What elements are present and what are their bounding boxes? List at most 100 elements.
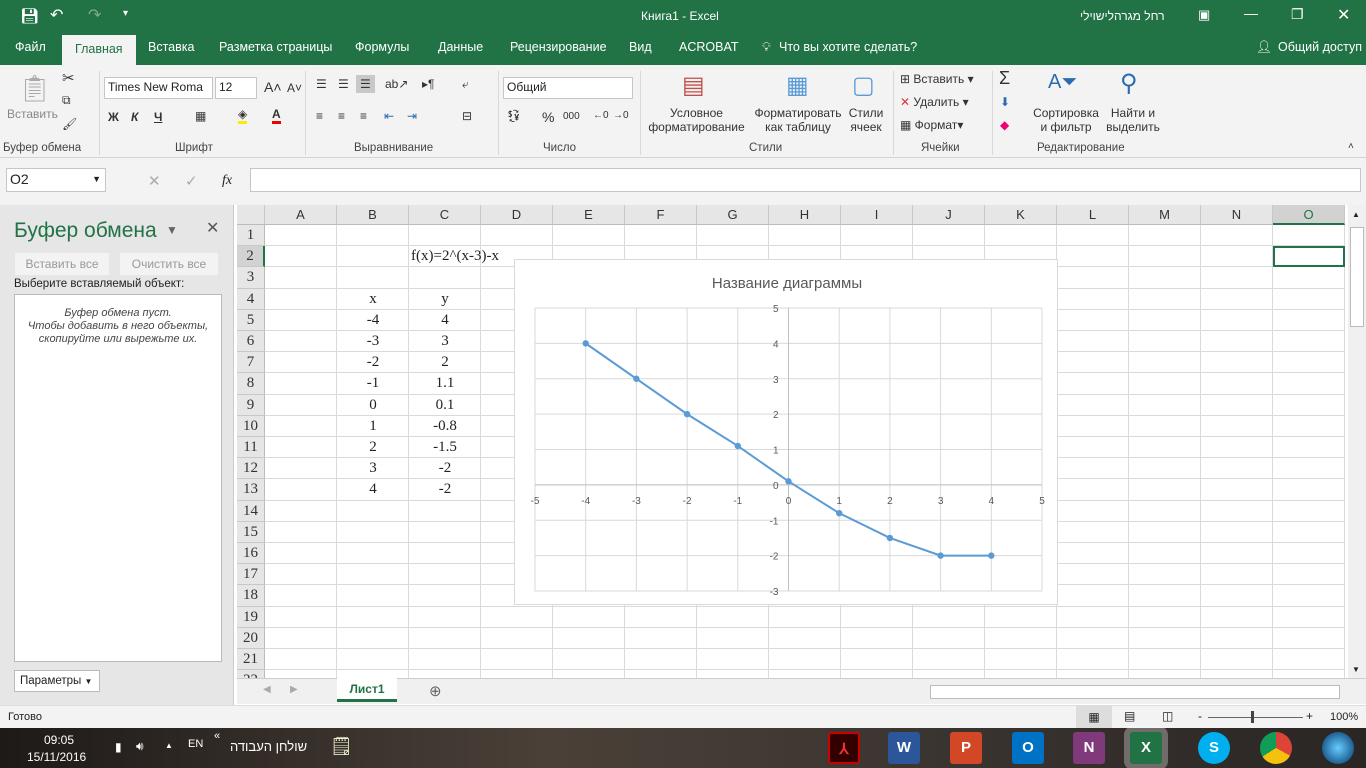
cell-A21[interactable] [265, 649, 337, 671]
insert-function-button[interactable]: fx [222, 173, 232, 189]
tab-home[interactable]: Главная [62, 35, 136, 65]
increase-indent-icon[interactable]: ⇥ [407, 109, 417, 123]
tab-page-layout[interactable]: Разметка страницы [219, 40, 332, 54]
cell-L15[interactable] [1057, 521, 1129, 543]
row-header-21[interactable]: 21 [237, 649, 265, 671]
cell-N4[interactable] [1201, 288, 1273, 310]
cell-value[interactable]: x [337, 289, 409, 310]
cell-A15[interactable] [265, 521, 337, 543]
cell-M19[interactable] [1129, 606, 1201, 628]
row-header-6[interactable]: 6 [237, 331, 265, 353]
selected-cell-O2[interactable] [1273, 246, 1345, 268]
scroll-down-icon[interactable]: ▼ [1352, 665, 1360, 674]
cell-L11[interactable] [1057, 437, 1129, 459]
borders-icon[interactable]: ▦ [195, 109, 206, 123]
cell-value[interactable]: 4 [337, 479, 409, 500]
number-format-select[interactable]: Общий [503, 77, 633, 99]
chart[interactable]: Название диаграммы -5 -4 -3 -2 -1 0 1 2 3 4 5 -3 -2 -1… [514, 259, 1058, 605]
column-header-B[interactable]: B [337, 205, 409, 225]
cell-L6[interactable] [1057, 331, 1129, 353]
sort-filter-button[interactable]: Сортировка и фильтр [1030, 106, 1102, 134]
column-header-D[interactable]: D [481, 205, 553, 225]
cell-A13[interactable] [265, 479, 337, 501]
cell-E19[interactable] [553, 606, 625, 628]
cell-C3[interactable] [409, 267, 481, 289]
cell-H22[interactable] [769, 670, 841, 678]
row-header-11[interactable]: 11 [237, 437, 265, 459]
cell-C19[interactable] [409, 606, 481, 628]
share-button[interactable]: Общий доступ [1278, 40, 1362, 54]
cell-C18[interactable] [409, 585, 481, 607]
scroll-thumb[interactable] [1350, 227, 1364, 327]
cell-C22[interactable] [409, 670, 481, 678]
column-header-L[interactable]: L [1057, 205, 1129, 225]
tab-acrobat[interactable]: ACROBAT [679, 40, 739, 54]
cell-M15[interactable] [1129, 521, 1201, 543]
cell-A5[interactable] [265, 309, 337, 331]
row-header-3[interactable]: 3 [237, 267, 265, 289]
cell-M2[interactable] [1129, 246, 1201, 268]
clear-icon[interactable]: ◆ [1000, 118, 1009, 132]
font-size-select[interactable]: 12 [215, 77, 257, 99]
sheet-tab-list1[interactable]: Лист1 [337, 678, 397, 702]
row-header-18[interactable]: 18 [237, 585, 265, 607]
restore-icon[interactable]: ❐ [1291, 6, 1304, 23]
cell-L9[interactable] [1057, 394, 1129, 416]
cell-L4[interactable] [1057, 288, 1129, 310]
italic-button[interactable]: К [131, 110, 138, 124]
excel-icon[interactable]: X [1124, 726, 1168, 768]
zoom-slider[interactable] [1208, 717, 1303, 718]
cell-L8[interactable] [1057, 373, 1129, 395]
cell-styles-button[interactable]: Стили ячеек [845, 106, 887, 134]
cell-M17[interactable] [1129, 564, 1201, 586]
cell-A8[interactable] [265, 373, 337, 395]
cell-B14[interactable] [337, 500, 409, 522]
cell-L10[interactable] [1057, 415, 1129, 437]
cell-N19[interactable] [1201, 606, 1273, 628]
cell-N14[interactable] [1201, 500, 1273, 522]
tab-insert[interactable]: Вставка [148, 40, 194, 54]
cell-O20[interactable] [1273, 627, 1345, 649]
onenote-icon[interactable]: N [1073, 732, 1105, 764]
cell-E1[interactable] [553, 225, 625, 247]
cell-M11[interactable] [1129, 437, 1201, 459]
cell-O17[interactable] [1273, 564, 1345, 586]
cell-N11[interactable] [1201, 437, 1273, 459]
cell-F21[interactable] [625, 649, 697, 671]
cell-N2[interactable] [1201, 246, 1273, 268]
cell-value[interactable]: 1 [337, 416, 409, 437]
row-header-20[interactable]: 20 [237, 627, 265, 649]
cell-H19[interactable] [769, 606, 841, 628]
cell-L12[interactable] [1057, 458, 1129, 480]
cell-O21[interactable] [1273, 649, 1345, 671]
cell-D19[interactable] [481, 606, 553, 628]
cancel-icon[interactable]: ✕ [148, 172, 161, 190]
cell-E22[interactable] [553, 670, 625, 678]
enter-icon[interactable]: ✓ [185, 172, 198, 190]
cell-B2[interactable] [337, 246, 409, 268]
page-break-icon[interactable]: ◫ [1162, 709, 1173, 723]
cell-value[interactable]: -2 [409, 479, 481, 500]
format-cells-button[interactable]: ▦ Формат▾ [900, 118, 963, 132]
cell-O5[interactable] [1273, 309, 1345, 331]
column-header-K[interactable]: K [985, 205, 1057, 225]
cell-I1[interactable] [841, 225, 913, 247]
cell-B1[interactable] [337, 225, 409, 247]
wrap-text-icon[interactable]: ⤶ [462, 77, 469, 92]
ribbon-display-icon[interactable]: ▣ [1198, 7, 1210, 23]
cell-value[interactable]: 3 [409, 331, 481, 352]
cell-N22[interactable] [1201, 670, 1273, 678]
row-header-15[interactable]: 15 [237, 521, 265, 543]
redo-icon[interactable]: ↷ [88, 5, 101, 25]
collapse-ribbon-icon[interactable]: ˄ [1348, 141, 1354, 152]
cell-L2[interactable] [1057, 246, 1129, 268]
zoom-slider-thumb[interactable] [1251, 711, 1254, 723]
cell-N15[interactable] [1201, 521, 1273, 543]
close-icon[interactable]: ✕ [1337, 5, 1350, 25]
cell-G21[interactable] [697, 649, 769, 671]
row-header-5[interactable]: 5 [237, 309, 265, 331]
font-name-select[interactable]: Times New Roma [104, 77, 213, 99]
column-header-C[interactable]: C [409, 205, 481, 225]
formula-input[interactable] [250, 168, 1361, 192]
tab-formulas[interactable]: Формулы [355, 40, 409, 54]
